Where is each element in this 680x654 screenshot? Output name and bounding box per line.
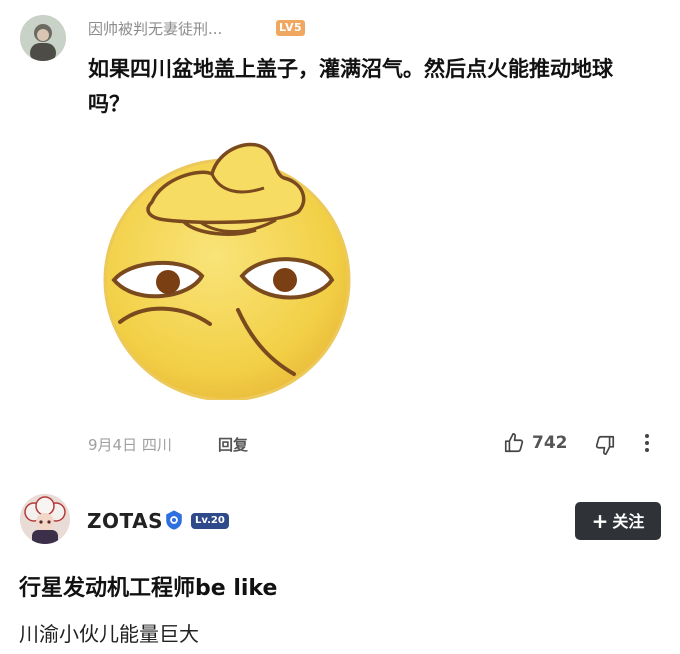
more-options-icon[interactable] bbox=[640, 432, 654, 454]
comment-card: 因帅被判无妻徒刑... LV5 如果四川盆地盖上盖子，灌满沼气。然后点火能推动地… bbox=[0, 0, 680, 470]
author-name[interactable]: ZOTAS bbox=[87, 509, 163, 533]
author-avatar[interactable] bbox=[20, 494, 70, 544]
reply-button[interactable]: 回复 bbox=[218, 434, 248, 455]
post-subtitle: 川渝小伙儿能量巨大 bbox=[19, 622, 199, 646]
post-title: 行星发动机工程师be like bbox=[19, 576, 278, 601]
follow-label: 关注 bbox=[612, 512, 645, 531]
comment-text: 如果四川盆地盖上盖子，灌满沼气。然后点火能推动地球吗？ bbox=[88, 57, 613, 116]
commenter-avatar[interactable] bbox=[20, 15, 66, 61]
profile-photo-icon bbox=[20, 15, 66, 61]
author-level-badge: Lv.20 bbox=[191, 513, 229, 529]
plus-icon: + bbox=[591, 509, 609, 533]
verified-shield-icon bbox=[166, 510, 182, 530]
comment-date-location: 9月4日 四川 bbox=[88, 436, 172, 454]
thumbs-down-icon[interactable] bbox=[594, 434, 616, 456]
yellow-smirk-face-emoji-icon bbox=[103, 142, 351, 400]
post-card: ZOTAS Lv.20 + 关注 行星发动机工程师be like 川渝小伙儿能量巨… bbox=[0, 480, 680, 654]
commenter-level-badge: LV5 bbox=[276, 20, 306, 36]
like-count: 742 bbox=[532, 433, 568, 453]
thumbs-up-icon[interactable] bbox=[503, 432, 525, 454]
commenter-name[interactable]: 因帅被判无妻徒刑... bbox=[88, 18, 222, 39]
follow-button[interactable]: + 关注 bbox=[575, 502, 661, 540]
anime-character-avatar-icon bbox=[20, 494, 70, 544]
